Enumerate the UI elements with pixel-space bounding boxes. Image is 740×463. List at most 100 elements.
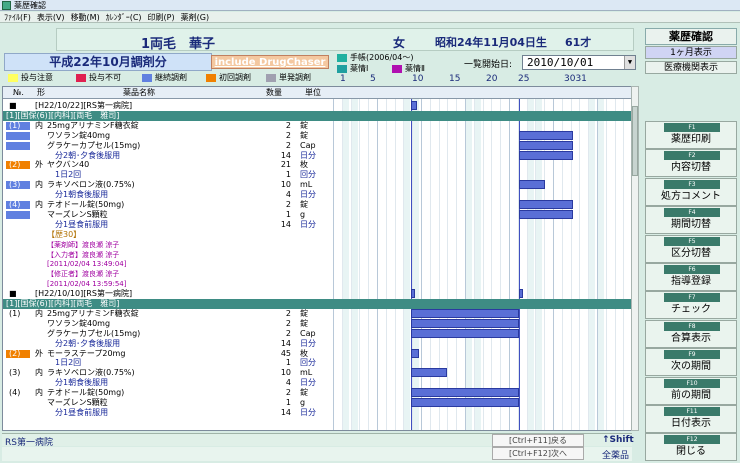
status-bar-2: [Ctrl+F12]次へ 全薬品 [2,447,632,461]
cell-b: 外 [35,160,43,170]
fkey-button-f4[interactable]: F4 期間切替 [645,206,737,235]
table-row[interactable]: 分1朝食後服用 4 日分 [3,378,333,388]
table-row[interactable]: 分1昼食前服用 14 日分 [3,408,333,418]
table-row[interactable]: (2) 外モーラステープ20mg 45 枚 [3,349,333,359]
start-date-select[interactable]: 2010/10/01 ▼ [522,55,636,70]
cell-e: 錠 [300,388,308,398]
fkey-button-f2[interactable]: F2 内容切替 [645,149,737,178]
institution-view-button[interactable]: 医療機関表示 [645,61,737,74]
caution-swatch [8,73,18,82]
fkey-text: 内容切替 [671,162,711,174]
table-row[interactable]: ■ [H22/10/10][RS第一病院] [3,289,333,299]
fkey-button-f11[interactable]: F11 日付表示 [645,405,737,433]
cell-c: 【修正者】渡良瀬 涼子 [47,270,120,279]
legend-first: 初回調剤 [206,73,251,83]
app-icon [2,1,11,10]
dispense-bar [411,318,519,328]
fkey-button-f3[interactable]: F3 処方コメント [645,177,737,206]
fkey-button-f12[interactable]: F12 閉じる [645,433,737,462]
table-row[interactable]: マーズレンS顆粒 1 g [3,398,333,408]
cell-e: Cap [300,328,316,338]
cal-day-5: 25 [518,74,530,84]
menu-item-4[interactable]: 印刷(P) [148,13,175,22]
dispense-bar [519,130,573,140]
table-row[interactable]: [2011/02/04 13:59:54] [3,279,333,289]
table-row[interactable]: (4) 内テオドール錠(50mg) 2 錠 [3,200,333,210]
cell-c: マーズレンS顆粒 [47,398,108,407]
patient-sex: 女 [393,36,406,50]
dispense-bar [411,328,519,338]
patient-info: 1両毛 華子 女 昭和24年11月04日生 61才 [56,28,634,52]
fkey-button-f8[interactable]: F8 合算表示 [645,319,737,348]
fkey-text: 次の期間 [671,361,711,373]
cell-e: 錠 [300,308,308,318]
table-row[interactable]: [2011/02/04 13:49:04] [3,259,333,269]
cal-day-0: 1 [340,74,346,84]
scrollbar-thumb[interactable] [632,106,638,176]
fkey-button-f9[interactable]: F9 次の期間 [645,348,737,377]
fkey-text: 日付表示 [671,418,711,429]
fkey-button-f6[interactable]: F6 指導登録 [645,263,737,291]
table-row[interactable]: グラケーカプセル(15mg) 2 Cap [3,141,333,151]
dispense-marker [6,131,30,140]
fkey-button-f5[interactable]: F5 区分切替 [645,234,737,263]
cell-e: mL [300,368,313,378]
timeline [333,87,631,430]
menu-item-2[interactable]: 移動(M) [71,13,100,22]
cell-b: [H22/10/22][RS第一病院] [35,101,133,110]
info2-swatch [392,64,402,73]
cell-c: モーラステープ20mg [47,348,126,358]
table-row[interactable]: マーズレンS顆粒 1 g [3,210,333,220]
cell-e: g [300,398,306,407]
table-row[interactable]: (1) 内 25mgアリナミンF糖衣錠 2 錠 [3,121,333,131]
table-row[interactable]: 【薬剤師】渡良瀬 涼子 [3,240,333,250]
cell-c: 分2朝･夕食後服用 [55,338,121,348]
single-swatch [266,73,276,82]
table-row[interactable]: (2) 外ヤクバン40 21 枚 [3,160,333,170]
drugchaser-button[interactable]: include DrugChaser [211,55,329,69]
table-row[interactable]: 1日2回 1 回分 [3,170,333,180]
prev-button[interactable]: [Ctrl+F11]戻る [492,434,584,447]
legend-forbid: 投与不可 [76,73,121,83]
menu-item-1[interactable]: 表示(V) [37,13,65,22]
table-row[interactable]: ワソラン錠40mg 2 錠 [3,131,333,141]
menu-item-3[interactable]: ｶﾚﾝﾀﾞｰ(C) [106,13,142,22]
cell-a: [1][国保(6)][内科][両毛 雅司] [6,299,120,308]
table-row[interactable]: 1日2回 1 回分 [3,358,333,368]
cell-b: 内 [35,368,43,378]
table-row[interactable]: ■ [H22/10/22][RS第一病院] [3,101,333,111]
table-row[interactable]: (3) 内ラキソベロン液(0.75%) 10 mL [3,368,333,378]
status-bar: RS第一病院 [Ctrl+F11]戻る ↑Shift [2,433,634,448]
month-view-button[interactable]: 1ヶ月表示 [645,46,737,59]
dispense-bar [519,200,573,209]
table-row[interactable]: 分1朝食後服用 4 日分 [3,190,333,200]
cell-b: 内 [35,180,43,190]
table-row[interactable]: 分2朝･夕食後服用 14 日分 [3,151,333,161]
fkey-text: 区分切替 [671,247,711,259]
table-row[interactable]: 【入力者】渡良瀬 涼子 [3,250,333,260]
all-drugs-button[interactable]: 全薬品 [602,448,629,461]
table-row[interactable]: グラケーカプセル(15mg) 2 Cap [3,329,333,339]
legend-techo: 手帳(2006/04〜) [337,53,413,63]
fkey-button-f7[interactable]: F7 チェック [645,291,737,320]
fkey-button-f10[interactable]: F10 前の期間 [645,376,737,405]
fkey-button-f1[interactable]: F1 薬歴印刷 [645,121,737,149]
cell-b: 外 [35,348,43,358]
table-row[interactable]: (1) 内 25mgアリナミンF糖衣錠 2 錠 [3,309,333,319]
next-button[interactable]: [Ctrl+F12]次へ [492,447,584,460]
menu-item-5[interactable]: 薬剤(G) [181,13,209,22]
table-row[interactable]: 分1昼食前服用 14 日分 [3,220,333,230]
cell-a: (2) [9,348,21,358]
info1-swatch [337,64,347,73]
menu-item-0[interactable]: ﾌｧｲﾙ(F) [4,13,31,22]
table-row[interactable]: 【修正者】渡良瀬 涼子 [3,269,333,279]
table-row[interactable]: ワソラン錠40mg 2 錠 [3,319,333,329]
table-row[interactable]: [1][国保(6)][内科][両毛 雅司] [3,110,631,121]
table-row[interactable]: [1][国保(6)][内科][両毛 雅司] [3,299,631,309]
table-row[interactable]: (3) 内ラキソベロン液(0.75%) 10 mL [3,180,333,190]
table-row[interactable]: 分2朝･夕食後服用 14 日分 [3,339,333,349]
table-row[interactable]: (4) 内テオドール錠(50mg) 2 錠 [3,388,333,398]
table-row[interactable]: 【歴30】 [3,230,333,240]
chevron-down-icon[interactable]: ▼ [624,56,635,69]
cell-c: 25mgアリナミンF糖衣錠 [47,120,139,130]
